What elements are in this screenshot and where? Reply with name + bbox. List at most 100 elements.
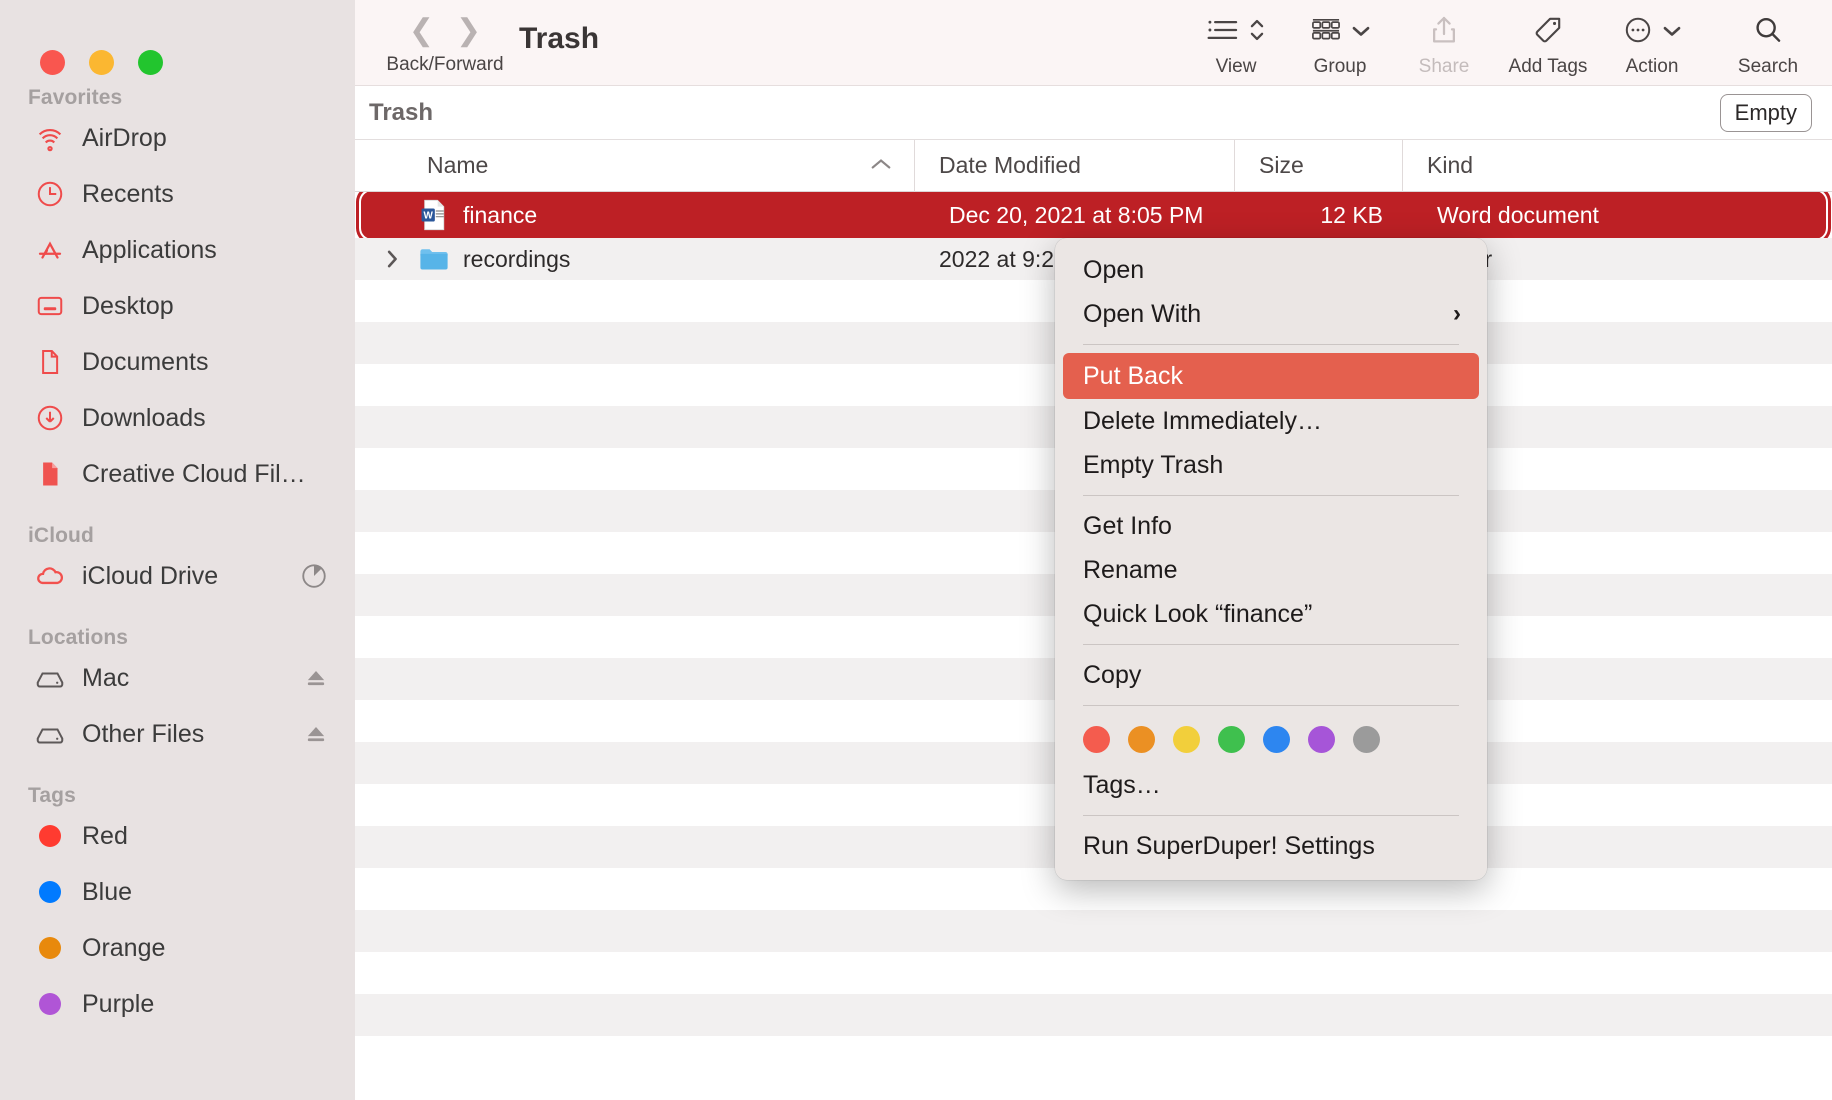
ellipsis-icon — [1622, 14, 1654, 51]
tag-icon — [1532, 14, 1564, 51]
column-header-name[interactable]: Name — [355, 139, 915, 192]
page-title: Trash — [519, 22, 600, 55]
path-bar: Trash Empty — [355, 86, 1832, 140]
menu-separator — [1083, 644, 1459, 645]
empty-trash-button[interactable]: Empty — [1719, 94, 1812, 132]
drive-icon — [34, 662, 66, 694]
context-menu-item-get-info[interactable]: Get Info — [1055, 504, 1487, 548]
toolbar-item-label: Action — [1625, 56, 1679, 77]
drive-icon — [34, 718, 66, 750]
sidebar-item-mac[interactable]: Mac — [0, 650, 355, 706]
tag-color-yellow[interactable] — [1173, 726, 1200, 753]
sidebar-section-title: Favorites — [28, 86, 123, 109]
sidebar-item-downloads[interactable]: Downloads — [0, 390, 355, 446]
document-icon — [34, 346, 66, 378]
file-name: finance — [463, 201, 538, 228]
context-menu-item-open[interactable]: Open — [1055, 248, 1487, 292]
eject-icon[interactable] — [303, 665, 329, 691]
context-menu-item-copy[interactable]: Copy — [1055, 653, 1487, 697]
table-row[interactable]: W finance Dec 20, 2021 at 8:05 PM 12 KB … — [355, 192, 1832, 238]
tag-color-red[interactable] — [1083, 726, 1110, 753]
sidebar-item-label: Orange — [82, 933, 166, 962]
tag-color-green[interactable] — [1218, 726, 1245, 753]
sidebar-item-tag-red[interactable]: Red — [0, 808, 355, 864]
context-menu-item-run-superduper-settings[interactable]: Run SuperDuper! Settings — [1055, 824, 1487, 868]
context-menu-item-tags[interactable]: Tags… — [1055, 763, 1487, 807]
forward-icon[interactable]: ❯ — [456, 16, 481, 46]
sidebar-item-tag-purple[interactable]: Purple — [0, 976, 355, 1032]
sidebar-item-label: Other Files — [82, 719, 205, 748]
creative-cloud-file-icon — [34, 458, 66, 490]
maximize-window-button[interactable] — [138, 49, 163, 75]
download-icon — [34, 402, 66, 434]
sidebar-item-applications[interactable]: Applications — [0, 222, 355, 278]
cell-name: recordings — [355, 238, 915, 280]
disclosure-triangle-icon[interactable] — [379, 249, 405, 269]
context-menu-item-open-with[interactable]: Open With › — [1055, 292, 1487, 336]
toolbar-action-button[interactable]: Action — [1600, 0, 1704, 78]
toolbar-item-label: Search — [1737, 56, 1799, 77]
tag-color-blue[interactable] — [1263, 726, 1290, 753]
chevron-right-icon: › — [1453, 300, 1461, 327]
chevron-down-icon — [1662, 24, 1682, 41]
list-view-icon — [1206, 15, 1240, 50]
sidebar-item-documents[interactable]: Documents — [0, 334, 355, 390]
toolbar-share-button[interactable]: Share — [1392, 0, 1496, 78]
selected-row-highlight[interactable]: W finance Dec 20, 2021 at 8:05 PM 12 KB … — [365, 195, 1822, 235]
context-menu-item-empty-trash[interactable]: Empty Trash — [1055, 443, 1487, 487]
sidebar-section-icloud: iCloud iCloud Drive — [0, 524, 355, 604]
column-headers: Name Date Modified Size Kind — [355, 139, 1832, 192]
toolbar-item-label: Add Tags — [1508, 56, 1588, 77]
toolbar-view-button[interactable]: View — [1184, 0, 1288, 78]
eject-icon[interactable] — [303, 721, 329, 747]
sidebar-item-tag-blue[interactable]: Blue — [0, 864, 355, 920]
sidebar-item-label: Applications — [82, 235, 217, 264]
back-icon[interactable]: ❮ — [409, 16, 434, 46]
main-area: ❮ ❯ Back/Forward Trash View Group Share … — [355, 0, 1832, 1100]
toolbar-group-button[interactable]: Group — [1288, 0, 1392, 78]
sidebar-section-title: iCloud — [28, 524, 94, 547]
context-menu-item-delete-immediately[interactable]: Delete Immediately… — [1055, 399, 1487, 443]
folder-icon — [417, 242, 451, 276]
search-icon — [1752, 14, 1784, 51]
toolbar-item-label: Share — [1418, 56, 1470, 77]
close-window-button[interactable] — [40, 49, 65, 75]
back-forward-group: ❮ ❯ Back/Forward — [375, 0, 515, 76]
sidebar-item-recents[interactable]: Recents — [0, 166, 355, 222]
sidebar-item-other-files[interactable]: Other Files — [0, 706, 355, 762]
sidebar-item-label: Mac — [82, 663, 130, 692]
back-forward-label: Back/Forward — [386, 54, 504, 75]
minimize-window-button[interactable] — [89, 49, 114, 75]
updown-chevron-icon — [1248, 16, 1266, 49]
toolbar-search-button[interactable]: Search — [1704, 0, 1832, 78]
context-menu: Open Open With › Put Back Delete Immedia… — [1055, 238, 1487, 880]
sidebar-item-label: Blue — [82, 877, 133, 906]
sidebar-section-locations: Locations Mac Other Files — [0, 626, 355, 762]
toolbar: ❮ ❯ Back/Forward Trash View Group Share … — [355, 0, 1832, 86]
menu-separator — [1083, 495, 1459, 496]
sidebar-item-creative-cloud-files[interactable]: Creative Cloud Fil… — [0, 446, 355, 502]
column-header-date-modified[interactable]: Date Modified — [915, 139, 1235, 192]
cell-name: W finance — [365, 194, 925, 236]
airdrop-icon — [34, 122, 66, 154]
tag-color-purple[interactable] — [1308, 726, 1335, 753]
column-header-size[interactable]: Size — [1235, 139, 1403, 192]
toolbar-add-tags-button[interactable]: Add Tags — [1496, 0, 1600, 78]
tag-color-orange[interactable] — [1128, 726, 1155, 753]
sidebar-item-desktop[interactable]: Desktop — [0, 278, 355, 334]
cell-date-modified: Dec 20, 2021 at 8:05 PM — [949, 201, 1204, 228]
tag-dot-icon — [34, 876, 66, 908]
sidebar: Favorites AirDrop Recents Applications D… — [0, 0, 355, 1100]
context-menu-item-quick-look[interactable]: Quick Look “finance” — [1055, 592, 1487, 636]
empty-row — [355, 994, 1832, 1036]
sidebar-item-label: Desktop — [82, 291, 174, 320]
column-header-kind[interactable]: Kind — [1403, 140, 1832, 192]
context-menu-item-put-back[interactable]: Put Back — [1063, 353, 1479, 399]
menu-separator — [1083, 705, 1459, 706]
sidebar-item-icloud-drive[interactable]: iCloud Drive — [0, 548, 355, 604]
sidebar-item-tag-orange[interactable]: Orange — [0, 920, 355, 976]
sidebar-item-airdrop[interactable]: AirDrop — [0, 110, 355, 166]
tag-color-gray[interactable] — [1353, 726, 1380, 753]
cell-size: 12 KB — [1320, 201, 1383, 228]
context-menu-item-rename[interactable]: Rename — [1055, 548, 1487, 592]
